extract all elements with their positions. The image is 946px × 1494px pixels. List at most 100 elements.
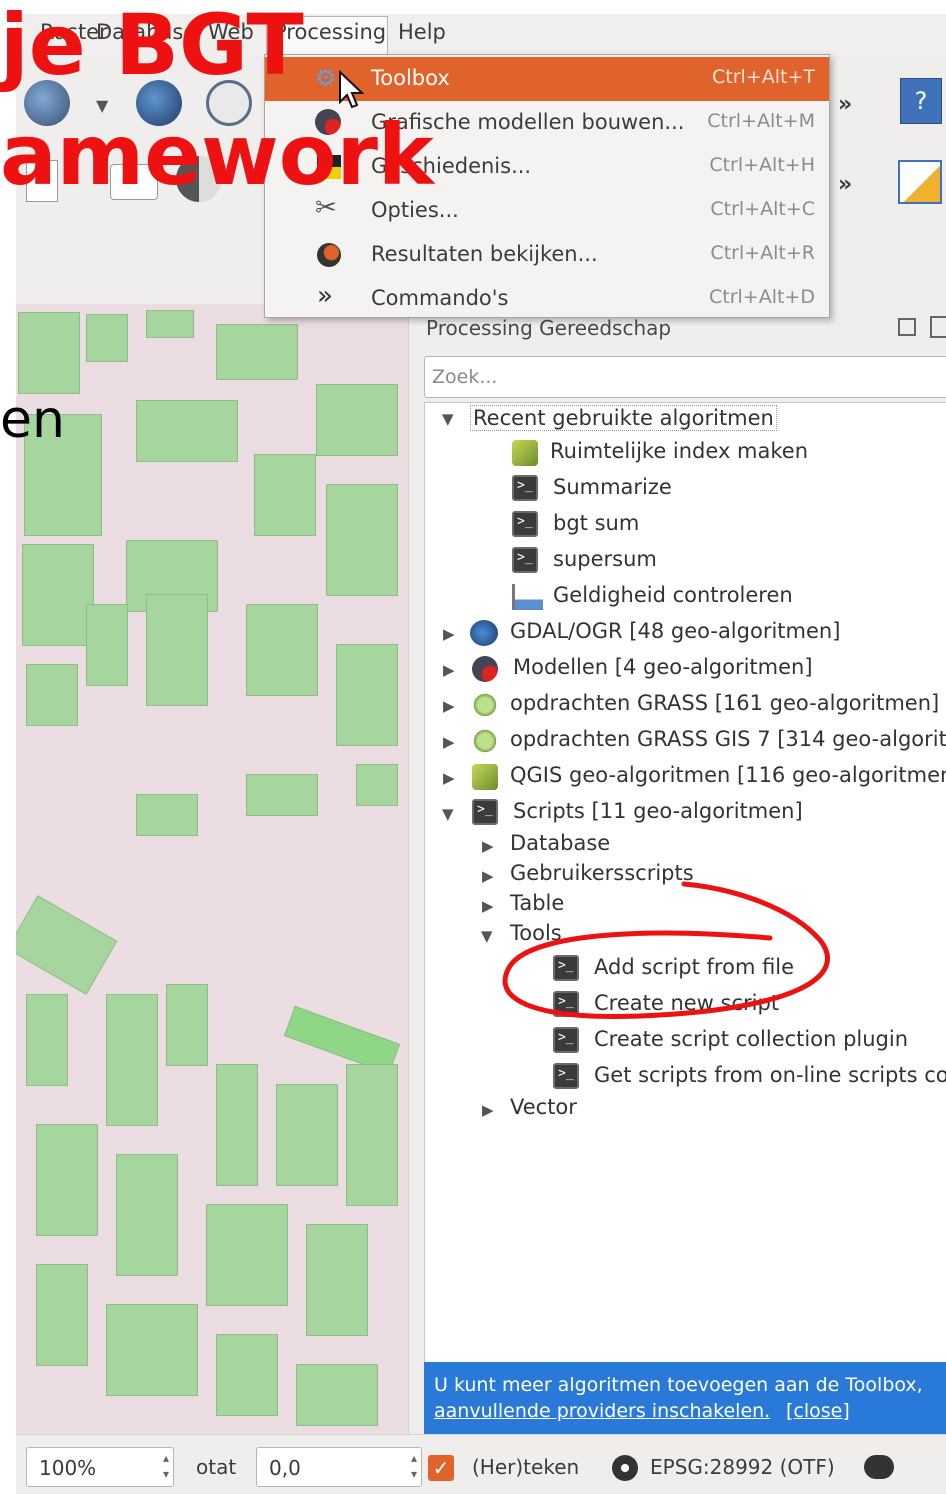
- menu-item-shortcut: Ctrl+Alt+M: [707, 110, 815, 132]
- building: [116, 1154, 178, 1276]
- enable-providers-link[interactable]: aanvullende providers inschakelen.: [434, 1400, 770, 1422]
- tree-item[interactable]: Summarize: [553, 475, 672, 499]
- script-icon: [512, 511, 538, 537]
- gdal-icon: [470, 620, 498, 646]
- menu-item-shortcut: Ctrl+Alt+R: [710, 242, 815, 264]
- gear-icon: ⚙: [315, 64, 337, 92]
- menu-help[interactable]: Help: [398, 20, 446, 44]
- building: [254, 454, 316, 536]
- building: [136, 794, 198, 836]
- collapsed-arrow-icon[interactable]: ▶: [443, 733, 455, 751]
- toolbar-overflow-icon-2[interactable]: »: [838, 172, 852, 197]
- building: [246, 604, 318, 696]
- scale-input[interactable]: 100% ▴ ▾: [26, 1447, 174, 1487]
- building: [86, 604, 128, 686]
- help-label: ?: [914, 87, 928, 115]
- info-close-link[interactable]: [close]: [786, 1400, 850, 1422]
- building: [276, 1084, 338, 1186]
- close-panel-icon[interactable]: [930, 316, 946, 338]
- grass-icon: [472, 692, 498, 718]
- scale-value: 100%: [39, 1456, 97, 1480]
- toolbar-overflow-icon[interactable]: »: [838, 92, 852, 117]
- menu-item-label: Resultaten bekijken...: [371, 242, 598, 266]
- building: [316, 384, 398, 456]
- collapsed-arrow-icon[interactable]: ▶: [482, 837, 494, 855]
- building: [336, 644, 398, 746]
- expand-arrow-icon[interactable]: ▼: [442, 410, 454, 428]
- collapsed-arrow-icon[interactable]: ▶: [443, 625, 455, 643]
- crs-globe-icon[interactable]: [612, 1455, 638, 1481]
- building: [106, 994, 158, 1126]
- red-annotation-circle: [502, 881, 830, 1019]
- grass7-icon: [472, 728, 498, 754]
- rotation-label: otat: [196, 1455, 237, 1479]
- building: [136, 400, 238, 462]
- tree-recent[interactable]: Recent gebruikte algoritmen: [470, 405, 777, 431]
- building: [36, 1124, 98, 1236]
- tree-provider[interactable]: opdrachten GRASS GIS 7 [314 geo-algoritm…: [510, 727, 946, 751]
- building: [356, 764, 398, 806]
- collapsed-arrow-icon[interactable]: ▶: [443, 769, 455, 787]
- commands-icon: »: [317, 281, 333, 311]
- rotation-input[interactable]: 0,0 ▴ ▾: [256, 1447, 422, 1487]
- script-icon: [472, 799, 498, 825]
- rotation-value: 0,0: [269, 1456, 301, 1480]
- tree-provider[interactable]: GDAL/OGR [48 geo-algoritmen]: [510, 619, 840, 643]
- tree-item[interactable]: Ruimtelijke index maken: [550, 439, 808, 463]
- building: [146, 310, 194, 338]
- building: [146, 594, 208, 706]
- menu-item-commands[interactable]: » Commando's Ctrl+Alt+D: [265, 277, 829, 321]
- script-icon: [512, 475, 538, 501]
- building: [22, 544, 94, 646]
- tree-item[interactable]: bgt sum: [553, 511, 639, 535]
- building: [216, 1334, 278, 1416]
- render-checkbox[interactable]: ✓: [428, 1455, 454, 1481]
- script-icon: [553, 1027, 579, 1053]
- building: [166, 984, 208, 1066]
- collapsed-arrow-icon[interactable]: ▶: [443, 697, 455, 715]
- tree-tool-create-plugin[interactable]: Create script collection plugin: [594, 1027, 908, 1051]
- render-label: (Her)teken: [472, 1455, 580, 1479]
- tree-provider[interactable]: Modellen [4 geo-algoritmen]: [513, 655, 813, 679]
- tree-group-database[interactable]: Database: [510, 831, 610, 855]
- edit-icon[interactable]: [898, 160, 942, 204]
- collapsed-arrow-icon[interactable]: ▶: [482, 1101, 494, 1119]
- results-icon: [317, 243, 341, 267]
- tree-item[interactable]: supersum: [553, 547, 657, 571]
- info-bar: U kunt meer algoritmen toevoegen aan de …: [424, 1362, 946, 1434]
- tree-group-vector[interactable]: Vector: [510, 1095, 577, 1119]
- menu-item-shortcut: Ctrl+Alt+C: [710, 198, 815, 220]
- building: [306, 1224, 368, 1336]
- building: [206, 1204, 288, 1306]
- expand-arrow-icon[interactable]: ▼: [442, 805, 454, 823]
- tree-provider[interactable]: opdrachten GRASS [161 geo-algoritmen]: [510, 691, 939, 715]
- mouse-cursor-icon: [339, 70, 364, 109]
- map-canvas[interactable]: [16, 304, 408, 1434]
- panel-splitter[interactable]: [408, 304, 423, 1434]
- script-icon: [553, 1063, 579, 1089]
- crs-label[interactable]: EPSG:28992 (OTF): [650, 1455, 835, 1479]
- search-placeholder: Zoek...: [432, 366, 498, 388]
- tree-scripts[interactable]: Scripts [11 geo-algoritmen]: [513, 799, 803, 823]
- building: [326, 484, 398, 596]
- tree-tool-get-scripts[interactable]: Get scripts from on-line scripts coll...: [594, 1063, 946, 1087]
- menu-item-shortcut: Ctrl+Alt+D: [708, 286, 815, 308]
- help-icon[interactable]: ?: [900, 78, 942, 124]
- building: [26, 664, 78, 726]
- building: [216, 324, 298, 380]
- building: [36, 1264, 88, 1366]
- spin-arrows-icon[interactable]: ▴ ▾: [411, 1450, 417, 1482]
- messages-icon[interactable]: [864, 1455, 894, 1479]
- menu-item-results[interactable]: Resultaten bekijken... Ctrl+Alt+R: [265, 233, 829, 277]
- tree-provider[interactable]: QGIS geo-algoritmen [116 geo-algoritmen]: [510, 763, 946, 787]
- search-input[interactable]: [424, 356, 946, 398]
- validate-geometry-icon: [512, 584, 543, 610]
- info-message: U kunt meer algoritmen toevoegen aan de …: [434, 1374, 923, 1396]
- building: [246, 774, 318, 816]
- spin-arrows-icon[interactable]: ▴ ▾: [163, 1450, 169, 1482]
- tree-item[interactable]: Geldigheid controleren: [553, 583, 793, 607]
- collapsed-arrow-icon[interactable]: ▶: [443, 661, 455, 679]
- overlay-title-line1: je BGT: [0, 0, 304, 94]
- float-panel-icon[interactable]: [898, 318, 916, 336]
- menu-item-shortcut: Ctrl+Alt+T: [712, 66, 815, 88]
